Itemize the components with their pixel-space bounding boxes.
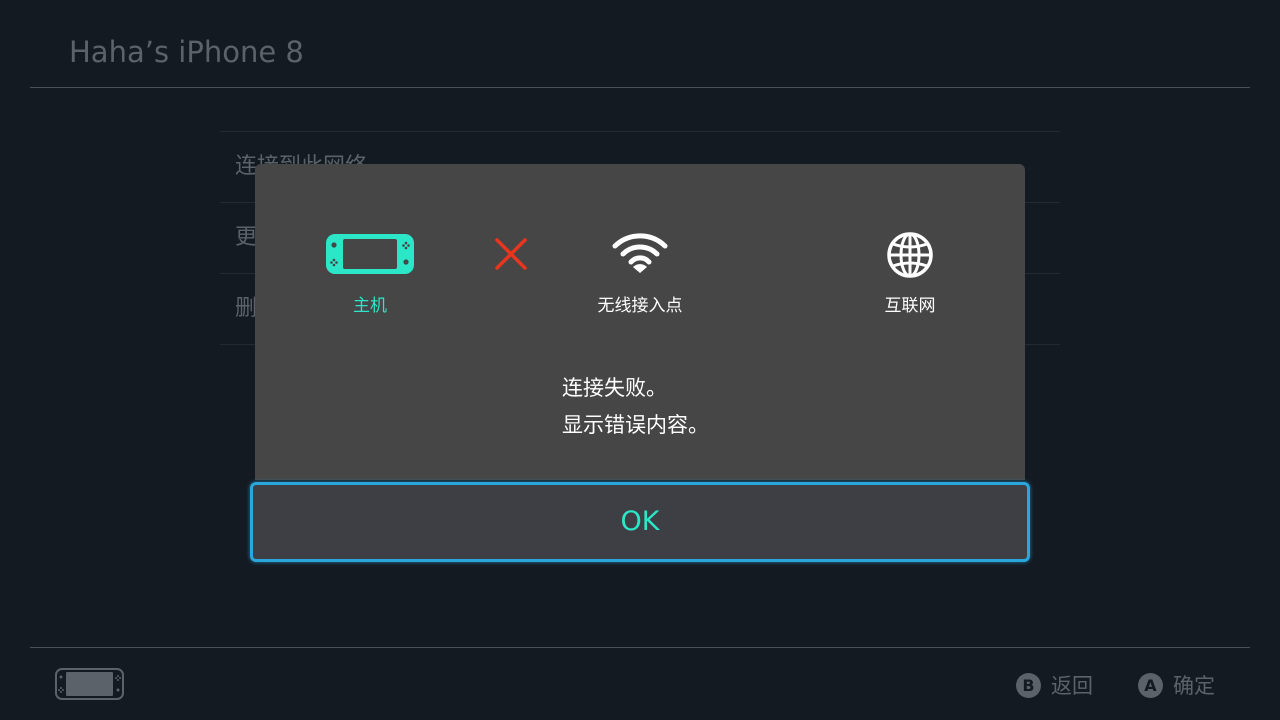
back-label: 返回 (1051, 674, 1093, 698)
list-item-label: 删 (235, 296, 258, 321)
back-hint[interactable]: B 返回 (1016, 670, 1093, 700)
access-point-label: 无线接入点 (597, 296, 683, 316)
a-button-icon: A (1138, 672, 1163, 698)
header-divider (30, 87, 1250, 88)
error-message-line: 连接失败。 (562, 376, 667, 400)
internet-label: 互联网 (884, 296, 936, 316)
ok-button[interactable]: OK (250, 482, 1030, 562)
globe-icon (887, 232, 933, 278)
console-label: 主机 (353, 296, 387, 316)
footer-divider (30, 647, 1250, 648)
wifi-icon (612, 233, 668, 273)
error-x-icon (495, 238, 527, 270)
error-message-line: 显示错误内容。 (562, 413, 709, 437)
ok-button-label: OK (620, 506, 660, 537)
error-dialog: 主机 无线接入点 互联网 连接失败。 显示错误内容。 (255, 164, 1025, 480)
error-message: 连接失败。 显示错误内容。 (562, 370, 709, 444)
confirm-hint[interactable]: A 确定 (1138, 670, 1215, 700)
list-item-label: 更 (235, 225, 258, 250)
console-status-icon (55, 668, 124, 700)
page-title: Haha’s iPhone 8 (69, 35, 304, 69)
confirm-label: 确定 (1173, 674, 1215, 698)
console-icon (326, 234, 414, 274)
b-button-icon: B (1016, 672, 1041, 698)
page: Haha’s iPhone 8 连接到此网络 更 删 (0, 0, 1280, 720)
